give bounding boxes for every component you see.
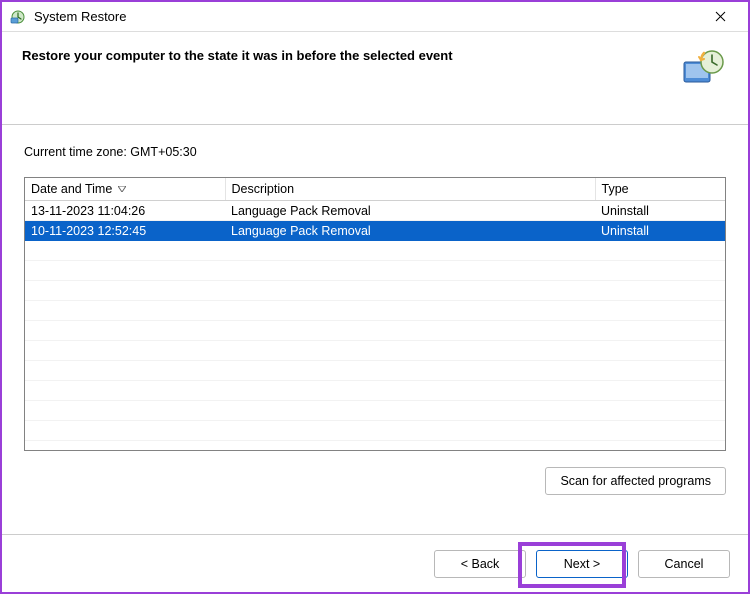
wizard-content: Current time zone: GMT+05:30 Date and Ti… bbox=[2, 125, 748, 505]
column-header-date[interactable]: Date and Time bbox=[25, 178, 225, 201]
window-title: System Restore bbox=[34, 9, 700, 24]
sort-descending-icon bbox=[118, 181, 126, 195]
table-row-empty bbox=[25, 321, 725, 341]
table-cell: 10-11-2023 12:52:45 bbox=[25, 221, 225, 241]
column-header-type[interactable]: Type bbox=[595, 178, 725, 201]
cancel-button[interactable]: Cancel bbox=[638, 550, 730, 578]
restore-clock-icon bbox=[680, 46, 728, 90]
column-header-description[interactable]: Description bbox=[225, 178, 595, 201]
table-row-empty bbox=[25, 381, 725, 401]
table-row[interactable]: 13-11-2023 11:04:26Language Pack Removal… bbox=[25, 201, 725, 221]
timezone-label: Current time zone: GMT+05:30 bbox=[24, 145, 726, 159]
table-cell: Uninstall bbox=[595, 221, 725, 241]
table-row-empty bbox=[25, 341, 725, 361]
wizard-footer: < Back Next > Cancel bbox=[2, 534, 748, 592]
table-row-empty bbox=[25, 301, 725, 321]
table-row-empty bbox=[25, 281, 725, 301]
next-button[interactable]: Next > bbox=[536, 550, 628, 578]
title-bar: System Restore bbox=[2, 2, 748, 32]
table-row[interactable]: 10-11-2023 12:52:45Language Pack Removal… bbox=[25, 221, 725, 241]
table-row-empty bbox=[25, 261, 725, 281]
close-button[interactable] bbox=[700, 3, 740, 31]
table-cell: Language Pack Removal bbox=[225, 201, 595, 221]
table-cell: Uninstall bbox=[595, 201, 725, 221]
scan-affected-programs-button[interactable]: Scan for affected programs bbox=[545, 467, 726, 495]
wizard-heading: Restore your computer to the state it wa… bbox=[22, 46, 680, 63]
table-row-empty bbox=[25, 361, 725, 381]
restore-points-table[interactable]: Date and Time Description Type 13-11-202… bbox=[24, 177, 726, 451]
table-row-empty bbox=[25, 241, 725, 261]
table-cell: Language Pack Removal bbox=[225, 221, 595, 241]
table-row-empty bbox=[25, 401, 725, 421]
system-restore-icon bbox=[10, 9, 26, 25]
back-button[interactable]: < Back bbox=[434, 550, 526, 578]
wizard-header: Restore your computer to the state it wa… bbox=[2, 32, 748, 125]
table-row-empty bbox=[25, 421, 725, 441]
table-cell: 13-11-2023 11:04:26 bbox=[25, 201, 225, 221]
column-header-date-label: Date and Time bbox=[31, 182, 112, 196]
